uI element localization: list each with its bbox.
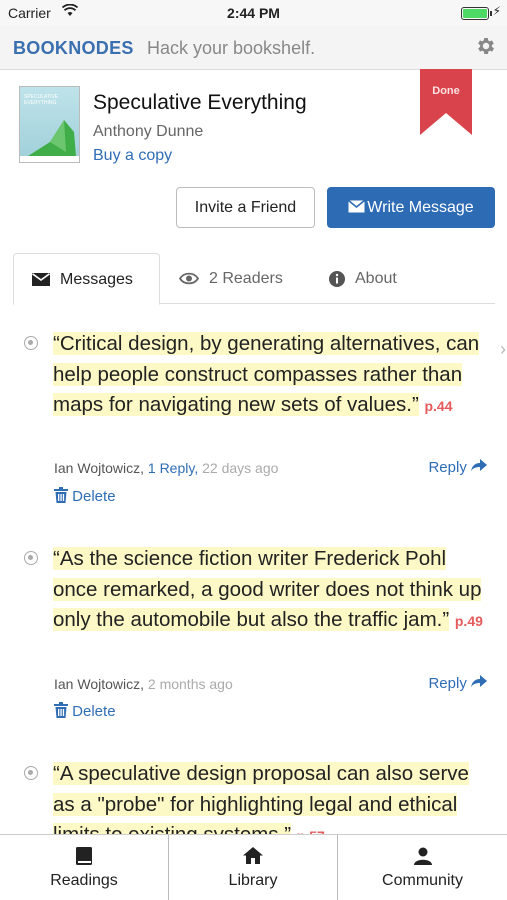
envelope-icon — [348, 199, 366, 213]
message-author[interactable]: Ian Wojtowicz, — [54, 676, 144, 692]
select-radio[interactable] — [24, 336, 38, 350]
battery-icon — [461, 7, 492, 20]
reply-arrow-icon — [471, 675, 487, 687]
trash-icon — [54, 487, 68, 503]
reply-label: Reply — [428, 459, 467, 476]
message-time: 22 days ago — [202, 460, 279, 476]
select-radio[interactable] — [24, 766, 38, 780]
book-icon — [76, 847, 92, 865]
brand-logo[interactable]: BOOKNODES — [13, 38, 134, 59]
book-title: Speculative Everything — [93, 91, 307, 114]
message-quote: “As the science fiction writer Frederick… — [53, 544, 490, 637]
invite-friend-button[interactable]: Invite a Friend — [176, 187, 315, 228]
tab-library-label: Library — [228, 872, 278, 889]
tab-library[interactable]: Library — [169, 835, 338, 900]
chevron-right-icon[interactable]: › — [500, 339, 506, 360]
tab-readers[interactable]: 2 Readers — [179, 253, 283, 304]
quote-text: “Critical design, by generating alternat… — [53, 332, 480, 417]
cover-title: SPECULATIVE EVERYTHING — [24, 94, 59, 106]
reply-label: Reply — [428, 675, 467, 692]
message-meta: Ian Wojtowicz, 1 Reply, 22 days ago — [54, 460, 278, 476]
message-author[interactable]: Ian Wojtowicz, — [54, 460, 144, 476]
quote-text: “As the science fiction writer Frederick… — [53, 547, 482, 632]
cover-art — [20, 120, 79, 162]
done-ribbon: Done — [420, 69, 472, 135]
delete-label: Delete — [72, 488, 116, 505]
ribbon-shape — [420, 69, 472, 135]
charging-icon: ⚡ — [492, 4, 501, 18]
page-reference[interactable]: p.44 — [424, 398, 452, 414]
page-reference[interactable]: p.49 — [455, 613, 483, 629]
write-message-button[interactable]: Write Message — [327, 187, 495, 228]
user-icon — [413, 847, 432, 865]
message-meta: Ian Wojtowicz, 2 months ago — [54, 676, 233, 692]
info-icon — [329, 270, 345, 287]
tab-messages[interactable]: Messages — [13, 253, 160, 305]
envelope-icon — [32, 273, 50, 287]
tab-community[interactable]: Community — [338, 835, 507, 900]
tab-about[interactable]: About — [329, 253, 397, 304]
delete-button[interactable]: Delete — [54, 702, 116, 720]
clock: 2:44 PM — [227, 5, 280, 21]
trash-icon — [54, 702, 68, 718]
delete-label: Delete — [72, 703, 116, 720]
replies-link[interactable]: 1 Reply, — [148, 460, 198, 476]
reply-button[interactable]: Reply — [428, 675, 487, 692]
home-icon — [243, 847, 263, 864]
delete-button[interactable]: Delete — [54, 487, 116, 505]
select-radio[interactable] — [24, 551, 38, 565]
message-time: 2 months ago — [147, 676, 233, 692]
tab-messages-label: Messages — [60, 271, 133, 288]
tab-community-label: Community — [382, 872, 463, 889]
done-label: Done — [432, 85, 460, 97]
reply-arrow-icon — [471, 459, 487, 471]
gear-icon[interactable] — [475, 35, 497, 57]
tagline: Hack your bookshelf. — [147, 38, 316, 58]
eye-icon — [179, 272, 199, 285]
tab-readings[interactable]: Readings — [0, 835, 169, 900]
buy-copy-link[interactable]: Buy a copy — [93, 147, 172, 165]
reply-button[interactable]: Reply — [428, 459, 487, 476]
book-cover[interactable]: SPECULATIVE EVERYTHING — [19, 86, 80, 163]
content-tabs: Messages 2 Readers About — [13, 253, 495, 305]
status-bar: Carrier 2:44 PM ⚡ — [0, 0, 507, 26]
bottom-tab-bar: Readings Library Community — [0, 834, 507, 900]
app-navbar: BOOKNODES Hack your bookshelf. — [0, 26, 507, 70]
write-message-label: Write Message — [367, 199, 474, 216]
tab-about-label: About — [355, 270, 397, 287]
tab-readers-label: 2 Readers — [209, 270, 283, 287]
tab-readings-label: Readings — [50, 872, 118, 889]
book-author: Anthony Dunne — [93, 123, 204, 140]
message-quote: “Critical design, by generating alternat… — [53, 329, 490, 422]
